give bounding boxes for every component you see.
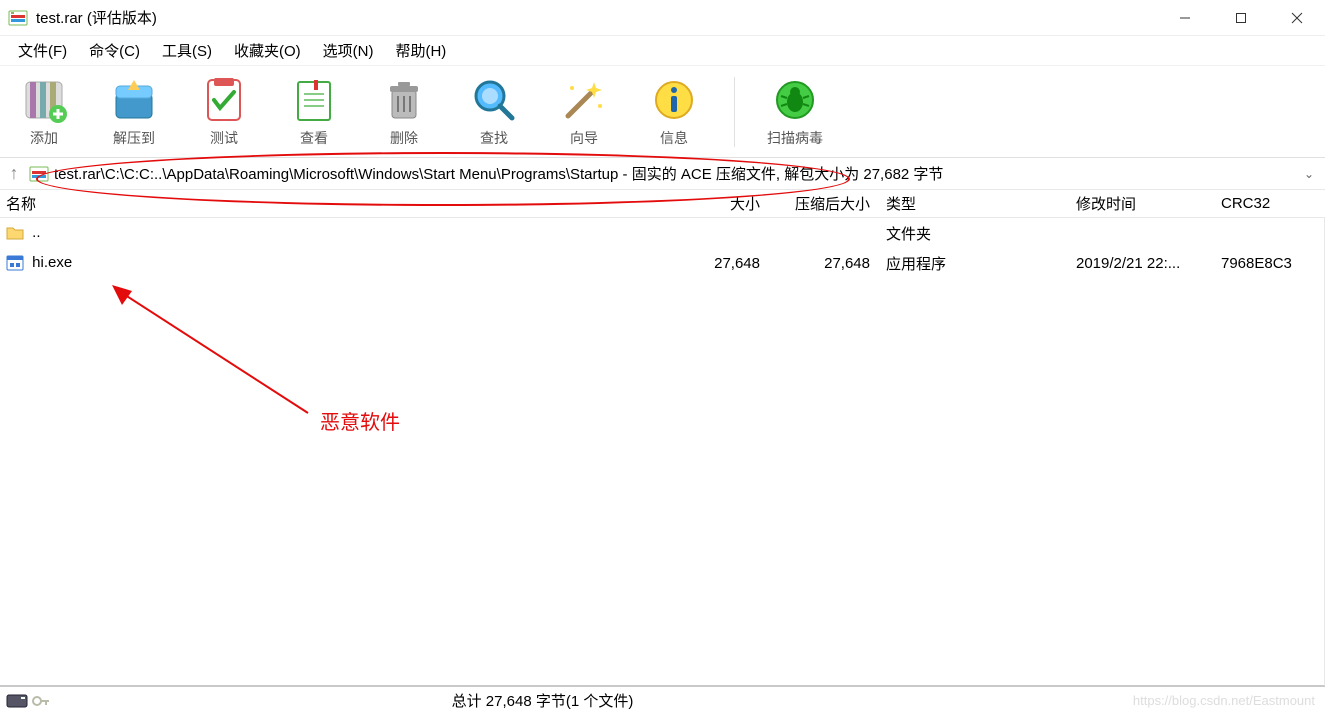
menu-file[interactable]: 文件(F) — [8, 36, 77, 65]
disk-icon — [6, 694, 28, 708]
col-crc[interactable]: CRC32 — [1215, 195, 1310, 212]
col-size[interactable]: 大小 — [670, 193, 770, 214]
file-packed: 27,648 — [770, 255, 880, 272]
file-mtime: 2019/2/21 22:... — [1070, 255, 1215, 272]
file-crc: 7968E8C3 — [1215, 255, 1310, 272]
tb-test-label: 测试 — [210, 128, 238, 148]
col-name[interactable]: 名称 — [0, 193, 670, 214]
close-button[interactable] — [1269, 0, 1325, 36]
tb-view[interactable]: 查看 — [284, 76, 344, 148]
path-dropdown-icon[interactable]: ⌄ — [1297, 167, 1321, 181]
toolbar: 添加 解压到 测试 — [0, 66, 1325, 158]
statusbar: 总计 27,648 字节(1 个文件) https://blog.csdn.ne… — [0, 686, 1325, 714]
delete-icon — [380, 76, 428, 124]
window-title: test.rar (评估版本) — [36, 7, 157, 28]
file-size: 27,648 — [670, 255, 770, 272]
menu-cmd[interactable]: 命令(C) — [79, 36, 150, 65]
minimize-button[interactable] — [1157, 0, 1213, 36]
folder-icon — [6, 224, 24, 242]
tb-add[interactable]: 添加 — [14, 76, 74, 148]
app-icon — [8, 8, 28, 28]
add-icon — [20, 76, 68, 124]
info-icon — [650, 76, 698, 124]
tb-add-label: 添加 — [30, 128, 58, 148]
tb-view-label: 查看 — [300, 128, 328, 148]
status-icons — [0, 694, 60, 708]
menu-fav[interactable]: 收藏夹(O) — [224, 36, 311, 65]
file-list[interactable]: .. 文件夹 hi.exe 27,648 27,648 应用程序 2019/2/… — [0, 218, 1325, 686]
tb-delete-label: 删除 — [390, 128, 418, 148]
titlebar: test.rar (评估版本) — [0, 0, 1325, 36]
col-packed[interactable]: 压缩后大小 — [770, 193, 880, 214]
find-icon — [470, 76, 518, 124]
menu-help[interactable]: 帮助(H) — [385, 36, 456, 65]
maximize-button[interactable] — [1213, 0, 1269, 36]
tb-extract-label: 解压到 — [113, 128, 155, 148]
exe-icon — [6, 254, 24, 272]
archive-icon — [28, 163, 50, 185]
tb-info[interactable]: 信息 — [644, 76, 704, 148]
tb-info-label: 信息 — [660, 128, 688, 148]
file-name: hi.exe — [32, 254, 72, 271]
menu-tools[interactable]: 工具(S) — [152, 36, 222, 65]
window-controls — [1157, 0, 1325, 36]
test-icon — [200, 76, 248, 124]
tb-virus[interactable]: 扫描病毒 — [765, 76, 825, 148]
tb-test[interactable]: 测试 — [194, 76, 254, 148]
path-text[interactable]: test.rar\C:\C:C:..\AppData\Roaming\Micro… — [54, 163, 1297, 184]
file-name: .. — [32, 224, 40, 241]
list-item[interactable]: .. 文件夹 — [0, 218, 1324, 248]
col-type[interactable]: 类型 — [880, 193, 1070, 214]
wizard-icon — [560, 76, 608, 124]
pathbar: ↑ test.rar\C:\C:C:..\AppData\Roaming\Mic… — [0, 158, 1325, 190]
col-mtime[interactable]: 修改时间 — [1070, 193, 1215, 214]
tb-delete[interactable]: 删除 — [374, 76, 434, 148]
toolbar-separator — [734, 77, 735, 147]
tb-find-label: 查找 — [480, 128, 508, 148]
extract-icon — [110, 76, 158, 124]
tb-wizard[interactable]: 向导 — [554, 76, 614, 148]
key-icon — [32, 694, 50, 708]
file-type: 文件夹 — [880, 223, 1070, 244]
up-arrow-icon[interactable]: ↑ — [4, 163, 24, 184]
column-headers: 名称 大小 压缩后大小 类型 修改时间 CRC32 — [0, 190, 1325, 218]
tb-extract[interactable]: 解压到 — [104, 76, 164, 148]
menu-opts[interactable]: 选项(N) — [313, 36, 384, 65]
list-item[interactable]: hi.exe 27,648 27,648 应用程序 2019/2/21 22:.… — [0, 248, 1324, 278]
tb-find[interactable]: 查找 — [464, 76, 524, 148]
status-summary: 总计 27,648 字节(1 个文件) — [60, 690, 1025, 711]
file-type: 应用程序 — [880, 253, 1070, 274]
menubar: 文件(F) 命令(C) 工具(S) 收藏夹(O) 选项(N) 帮助(H) — [0, 36, 1325, 66]
view-icon — [290, 76, 338, 124]
tb-wizard-label: 向导 — [570, 128, 598, 148]
tb-virus-label: 扫描病毒 — [767, 128, 823, 148]
virus-icon — [771, 76, 819, 124]
